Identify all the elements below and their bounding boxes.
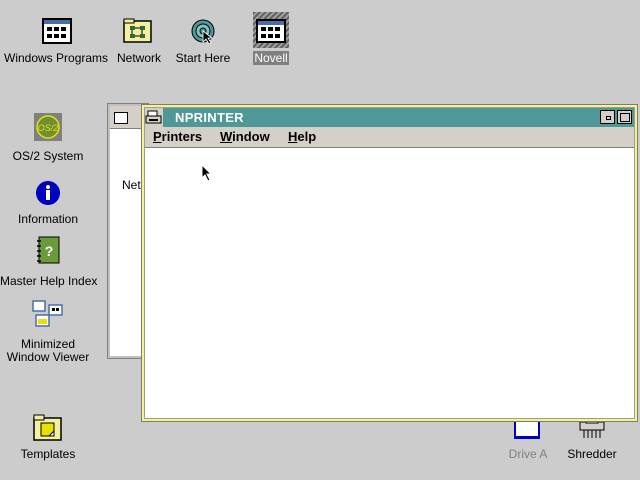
windows-programs-label: Windows Programs: [4, 51, 109, 65]
window-menu-icon[interactable]: [114, 112, 128, 124]
windows-programs-icon[interactable]: Windows Programs: [4, 18, 108, 70]
novell-label: Novell: [253, 51, 289, 65]
novell-grid-icon: [253, 12, 289, 51]
nprinter-client-area[interactable]: [145, 148, 634, 418]
master-help-index-icon[interactable]: ? Master Help Index: [0, 236, 98, 288]
nprinter-title: NPRINTER: [175, 110, 244, 125]
network-icon[interactable]: Network: [110, 18, 168, 70]
nprinter-menubar: Printers Window Help: [145, 127, 634, 148]
templates-icon[interactable]: Templates: [8, 414, 88, 464]
nprinter-window-body: NPRINTER Printers Window Help: [144, 107, 635, 419]
minimized-window-viewer-icon[interactable]: Minimized Window Viewer: [4, 300, 92, 364]
menu-window[interactable]: Window: [220, 129, 270, 144]
window-viewer-icon: [32, 300, 64, 333]
menu-printers[interactable]: Printers: [153, 129, 202, 144]
minimize-button[interactable]: [600, 110, 615, 124]
desktop: Windows Programs Network Start Here Nove…: [0, 0, 640, 480]
minimized-window-viewer-label-1: Minimized: [20, 337, 75, 351]
menu-help[interactable]: Help: [288, 129, 316, 144]
templates-folder-icon: [33, 414, 63, 445]
information-icon[interactable]: Information: [4, 180, 92, 230]
master-help-index-label: Master Help Index: [0, 274, 98, 288]
program-grid-icon: [42, 18, 72, 47]
start-here-icon[interactable]: Start Here: [174, 18, 232, 70]
network-folder-icon: [123, 18, 153, 47]
minimized-window-viewer-label-2: Window Viewer: [6, 350, 90, 364]
novell-icon[interactable]: Novell: [250, 12, 292, 68]
svg-text:OS/2: OS/2: [38, 123, 59, 133]
info-circle-icon: [35, 180, 61, 209]
templates-label: Templates: [20, 447, 76, 461]
information-label: Information: [17, 212, 79, 226]
shredder-icon[interactable]: Shredder: [562, 418, 622, 464]
os2-system-label: OS/2 System: [12, 149, 84, 163]
drive-a-label: Drive A: [508, 447, 548, 461]
nprinter-window[interactable]: NPRINTER Printers Window Help: [141, 104, 638, 422]
shredder-machine-icon: [578, 418, 606, 445]
shredder-label: Shredder: [567, 447, 617, 461]
background-window-text: Net: [122, 178, 141, 192]
start-here-label: Start Here: [175, 51, 231, 65]
os2-system-icon[interactable]: OS/2 OS/2 System: [4, 112, 92, 164]
network-label: Network: [116, 51, 161, 65]
start-here-target-icon: [189, 18, 217, 47]
printer-icon[interactable]: [145, 108, 163, 127]
drive-a-icon[interactable]: Drive A: [500, 418, 556, 464]
maximize-button[interactable]: [617, 110, 632, 124]
os2-logo-icon: OS/2: [33, 112, 63, 145]
mouse-pointer-icon: [201, 163, 213, 185]
nprinter-titlebar[interactable]: NPRINTER: [145, 108, 634, 127]
help-book-icon: ?: [34, 236, 62, 269]
svg-text:?: ?: [45, 243, 54, 259]
